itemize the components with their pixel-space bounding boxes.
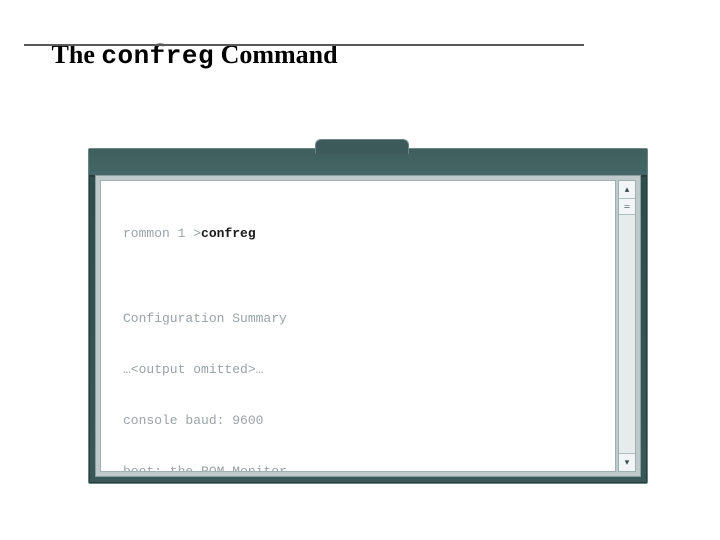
terminal-line: console baud: 9600 <box>123 412 603 429</box>
terminal-window: rommon 1 >confreg Configuration Summary … <box>88 148 648 484</box>
prompt-text: rommon 1 > <box>123 226 201 241</box>
scrollbar-track[interactable] <box>619 215 635 453</box>
terminal-line: boot: the ROM Monitor <box>123 463 603 472</box>
scrollbar[interactable]: ▴ = ▾ <box>618 180 636 472</box>
equals-icon: = <box>624 201 630 213</box>
terminal-output: rommon 1 >confreg Configuration Summary … <box>123 191 603 472</box>
title-underline <box>24 44 584 46</box>
chevron-up-icon: ▴ <box>625 185 630 194</box>
page-title: The confreg Command <box>26 10 338 101</box>
window-tab <box>315 139 409 154</box>
scroll-page-button[interactable]: = <box>619 199 635 215</box>
command-text: confreg <box>201 226 256 241</box>
scroll-down-button[interactable]: ▾ <box>619 453 635 471</box>
chevron-down-icon: ▾ <box>625 458 630 467</box>
scroll-up-button[interactable]: ▴ <box>619 181 635 199</box>
terminal-line: Configuration Summary <box>123 310 603 327</box>
terminal-content: rommon 1 >confreg Configuration Summary … <box>100 180 616 472</box>
prompt-line: rommon 1 >confreg <box>123 225 603 242</box>
window-body: rommon 1 >confreg Configuration Summary … <box>95 175 641 477</box>
terminal-line: …<output omitted>… <box>123 361 603 378</box>
slide: The confreg Command rommon 1 >confreg Co… <box>0 0 720 540</box>
